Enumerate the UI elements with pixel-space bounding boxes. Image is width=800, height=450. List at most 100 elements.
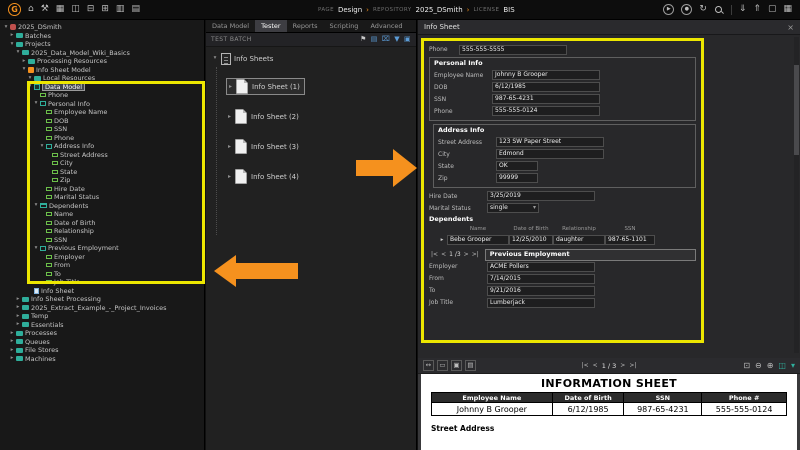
zoom-out-icon[interactable]: ⊖ — [755, 362, 762, 370]
tree-item-from[interactable]: From — [0, 261, 204, 270]
tree-item-info-sheet[interactable]: Info Sheet — [0, 287, 204, 296]
chat-icon[interactable]: ▢ — [768, 5, 777, 14]
form-scrollbar[interactable] — [794, 37, 799, 353]
tree-item-dependents[interactable]: ▾Dependents — [0, 202, 204, 211]
tree-item-date-of-birth[interactable]: Date of Birth — [0, 219, 204, 228]
field-input[interactable]: 987-65-4231 — [492, 94, 600, 104]
infrastructure-icon[interactable]: ▤ — [131, 5, 140, 14]
stats-icon[interactable]: ▥ — [116, 5, 125, 14]
tree-item-local-resources[interactable]: ▾Local Resources — [0, 74, 204, 83]
monitor-icon[interactable]: ▤ — [371, 36, 378, 43]
fit-width-icon[interactable]: ↔ — [423, 360, 434, 371]
tree-item-data-model[interactable]: ▾Data Model — [0, 83, 204, 92]
print-icon[interactable]: ⊡ — [743, 362, 750, 370]
last-page-button[interactable]: >| — [472, 251, 479, 258]
expander-icon[interactable]: ▸ — [15, 314, 21, 320]
expander-icon[interactable]: ▾ — [9, 42, 15, 48]
flag-icon[interactable]: ⚑ — [360, 36, 367, 43]
tree-item-dob[interactable]: DOB — [0, 117, 204, 126]
expander-icon[interactable]: ▸ — [228, 113, 231, 120]
expander-icon[interactable]: ▸ — [15, 322, 21, 328]
tree-item-processing-resources[interactable]: ▸Processing Resources — [0, 57, 204, 66]
tree-item-file-stores[interactable]: ▸File Stores — [0, 346, 204, 355]
expander-icon[interactable]: ▸ — [15, 297, 21, 303]
breadcrumb-value[interactable]: 2025_DSmith — [416, 6, 463, 14]
expander-icon[interactable]: ▸ — [9, 356, 15, 362]
expander-icon[interactable]: ▸ — [9, 348, 15, 354]
phone-input[interactable]: 555-555-5555 — [459, 45, 567, 55]
tree-item-personal-info[interactable]: ▾Personal Info — [0, 100, 204, 109]
tree-item-marital-status[interactable]: Marital Status — [0, 193, 204, 202]
tree-item-hire-date[interactable]: Hire Date — [0, 185, 204, 194]
expander-icon[interactable]: ▾ — [15, 50, 21, 56]
tasks-icon[interactable]: ◫ — [71, 5, 80, 14]
field-input[interactable]: Edmond — [496, 149, 604, 159]
dependents-cell[interactable]: 12/25/2010 — [509, 235, 553, 245]
expander-icon[interactable]: ▾ — [39, 144, 45, 150]
dependents-cell[interactable]: Bebe Grooper — [447, 235, 509, 245]
tab-scripting[interactable]: Scripting — [324, 20, 365, 32]
next-page-button[interactable]: > — [620, 362, 625, 369]
tree-item-ssn[interactable]: SSN — [0, 125, 204, 134]
tree-item-2025-dsmith[interactable]: ▾2025_DSmith — [0, 23, 204, 32]
info-sheet-item[interactable]: ▸Info Sheet (2) — [226, 108, 303, 125]
info-sheet-item[interactable]: ▸Info Sheet (4) — [226, 168, 303, 185]
breadcrumb-value[interactable]: BIS — [503, 6, 514, 14]
upload-icon[interactable]: ⇑ — [753, 5, 761, 14]
tab-reports[interactable]: Reports — [287, 20, 324, 32]
home-icon[interactable]: ⌂ — [28, 5, 34, 14]
expander-icon[interactable]: ▸ — [9, 339, 15, 345]
refresh-icon[interactable]: ↻ — [699, 5, 707, 14]
apps-icon[interactable]: ▦ — [783, 5, 792, 14]
tree-item-relationship[interactable]: Relationship — [0, 227, 204, 236]
tree-item-city[interactable]: City — [0, 159, 204, 168]
scrollbar-thumb[interactable] — [794, 65, 799, 155]
marital-status-select[interactable]: single ▾ — [487, 203, 539, 213]
design-icon[interactable]: ⚒ — [41, 5, 49, 14]
tab-tester[interactable]: Tester — [255, 20, 286, 32]
book-icon[interactable]: ▣ — [404, 36, 411, 43]
field-input[interactable]: OK — [496, 161, 538, 171]
dependents-cell[interactable]: daughter — [553, 235, 605, 245]
display-mode-icon[interactable]: ◫ — [778, 362, 786, 370]
last-page-button[interactable]: >| — [629, 362, 636, 369]
field-input[interactable]: ACME Pollers — [487, 262, 595, 272]
field-input[interactable]: 123 SW Paper Street — [496, 137, 604, 147]
zoom-in-icon[interactable]: ⊕ — [767, 362, 774, 370]
tree-item-queues[interactable]: ▸Queues — [0, 338, 204, 347]
tree-item-address-info[interactable]: ▾Address Info — [0, 142, 204, 151]
tree-item-state[interactable]: State — [0, 168, 204, 177]
thumbnails-icon[interactable]: ▤ — [465, 360, 476, 371]
expander-icon[interactable]: ▾ — [33, 101, 39, 107]
next-page-button[interactable]: > — [464, 251, 469, 258]
info-sheet-item[interactable]: ▸Info Sheet (3) — [226, 138, 303, 155]
field-input[interactable]: 9/21/2016 — [487, 286, 595, 296]
expander-icon[interactable]: ▸ — [228, 143, 231, 150]
tree-item-street-address[interactable]: Street Address — [0, 151, 204, 160]
expander-icon[interactable]: ▸ — [228, 173, 231, 180]
field-input[interactable]: 7/14/2015 — [487, 274, 595, 284]
expander-icon[interactable]: ▸ — [229, 83, 232, 90]
breadcrumb-value[interactable]: Design — [338, 6, 362, 14]
prev-page-button[interactable]: < — [593, 362, 598, 369]
tree-item-temp[interactable]: ▸Temp — [0, 312, 204, 321]
expander-icon[interactable]: ▾ — [27, 76, 33, 82]
dropdown-chevron-icon[interactable]: ▾ — [791, 362, 795, 370]
expander-icon[interactable]: ▾ — [3, 25, 9, 31]
tree-item-batches[interactable]: ▸Batches — [0, 32, 204, 41]
prev-page-button[interactable]: < — [441, 251, 446, 258]
tree-item-employer[interactable]: Employer — [0, 253, 204, 262]
tree-item-phone[interactable]: Phone — [0, 134, 204, 143]
field-input[interactable]: Lumberjack — [487, 298, 595, 308]
tree-item-name[interactable]: Name — [0, 210, 204, 219]
dependents-cell[interactable]: 987-65-1101 — [605, 235, 655, 245]
tree-item-previous-employment[interactable]: ▾Previous Employment — [0, 244, 204, 253]
tree-item-2025-data-model-wiki-basics[interactable]: ▾2025_Data_Model_Wiki_Basics — [0, 49, 204, 58]
search-icon[interactable] — [714, 5, 724, 15]
close-icon[interactable]: × — [787, 23, 794, 32]
download-icon[interactable]: ⇓ — [739, 5, 747, 14]
expander-icon[interactable]: ▸ — [21, 59, 27, 65]
tree-item-machines[interactable]: ▸Machines — [0, 355, 204, 364]
tab-data-model[interactable]: Data Model — [206, 20, 255, 32]
expander-icon[interactable]: ▾ — [27, 84, 33, 90]
